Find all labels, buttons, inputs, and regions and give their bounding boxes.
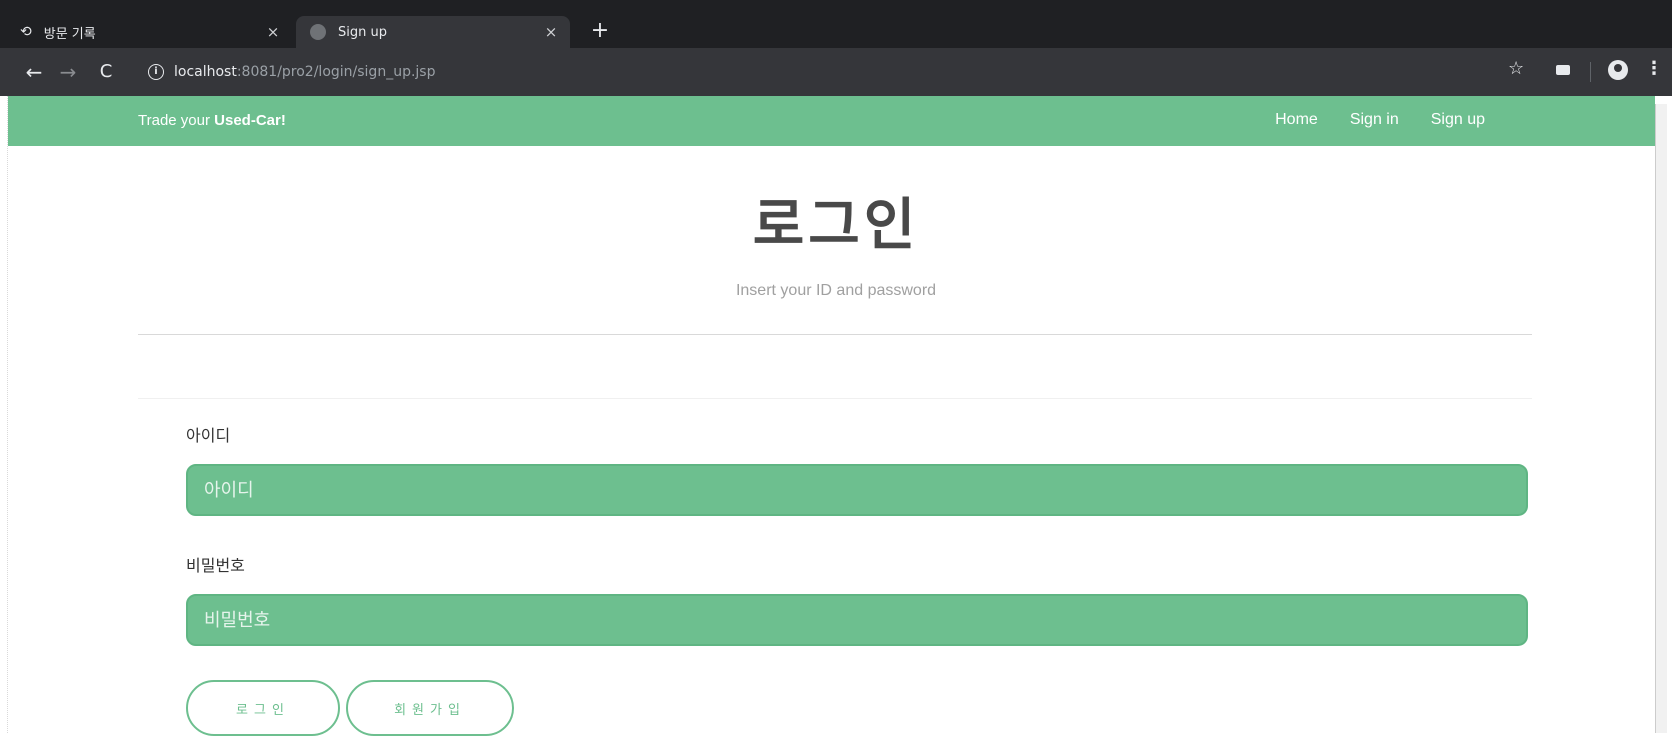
signup-button[interactable]: 회원가입 — [346, 680, 514, 736]
nav-link-home[interactable]: Home — [1275, 111, 1318, 129]
nav-link-sign-up[interactable]: Sign up — [1431, 111, 1485, 129]
reload-button[interactable]: C — [92, 58, 120, 86]
password-input[interactable] — [186, 594, 1528, 646]
tab-title: 방문 기록 — [43, 26, 96, 42]
url-host: localhost — [174, 64, 237, 80]
close-icon[interactable]: × — [542, 23, 560, 41]
divider — [138, 334, 1532, 335]
site-navbar: Trade your Used-Car! Home Sign in Sign u… — [8, 96, 1655, 146]
bookmark-star-icon[interactable]: ☆ — [1508, 58, 1524, 79]
address-bar[interactable]: i localhost:8081/pro2/login/sign_up.jsp — [138, 56, 1538, 88]
forward-button[interactable]: → — [54, 58, 82, 86]
nav-links: Home Sign in Sign up — [1275, 111, 1485, 129]
new-tab-button[interactable]: + — [588, 20, 612, 44]
extension-icon[interactable] — [1556, 65, 1570, 75]
brand-bold: Used-Car! — [214, 112, 286, 129]
id-input[interactable] — [186, 464, 1528, 516]
browser-toolbar: ← → C i localhost:8081/pro2/login/sign_u… — [0, 48, 1672, 96]
site-brand[interactable]: Trade your Used-Car! — [138, 112, 286, 129]
scrollbar[interactable] — [1655, 104, 1667, 733]
password-label: 비밀번호 — [186, 556, 245, 575]
profile-icon[interactable] — [1608, 60, 1628, 80]
web-page: Trade your Used-Car! Home Sign in Sign u… — [0, 96, 1672, 736]
id-label: 아이디 — [186, 426, 231, 445]
page-subtitle: Insert your ID and password — [735, 282, 937, 299]
close-icon[interactable]: × — [264, 23, 282, 41]
globe-icon — [310, 24, 326, 40]
nav-link-sign-in[interactable]: Sign in — [1350, 111, 1399, 129]
tab-history[interactable]: ⟲ 방문 기록 × — [20, 16, 292, 48]
back-button[interactable]: ← — [20, 58, 48, 86]
tab-title: Sign up — [338, 24, 387, 40]
toolbar-divider — [1590, 62, 1591, 82]
tab-sign-up[interactable]: Sign up × — [296, 16, 570, 48]
url-text[interactable]: localhost:8081/pro2/login/sign_up.jsp — [174, 64, 435, 80]
info-icon[interactable]: i — [148, 64, 164, 80]
brand-prefix: Trade your — [138, 112, 215, 129]
menu-icon[interactable]: ⋮ — [1645, 58, 1663, 79]
browser-tabstrip: ⟲ 방문 기록 × Sign up × + — [0, 0, 1672, 48]
url-path: :8081/pro2/login/sign_up.jsp — [236, 64, 436, 80]
divider — [138, 398, 1532, 399]
page-title: 로그인 — [752, 193, 920, 258]
history-icon: ⟲ — [20, 24, 32, 40]
login-button[interactable]: 로그인 — [186, 680, 340, 736]
